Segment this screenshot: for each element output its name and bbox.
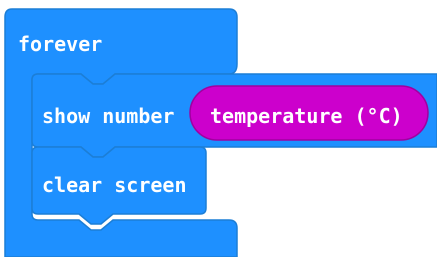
show-number-label: show number [42, 104, 175, 128]
clear-screen-label: clear screen [42, 173, 187, 197]
blocks-workspace: forever show number temperature (°C) cle… [0, 0, 437, 257]
forever-label: forever [18, 32, 103, 56]
temperature-label: temperature (°C) [210, 104, 403, 128]
